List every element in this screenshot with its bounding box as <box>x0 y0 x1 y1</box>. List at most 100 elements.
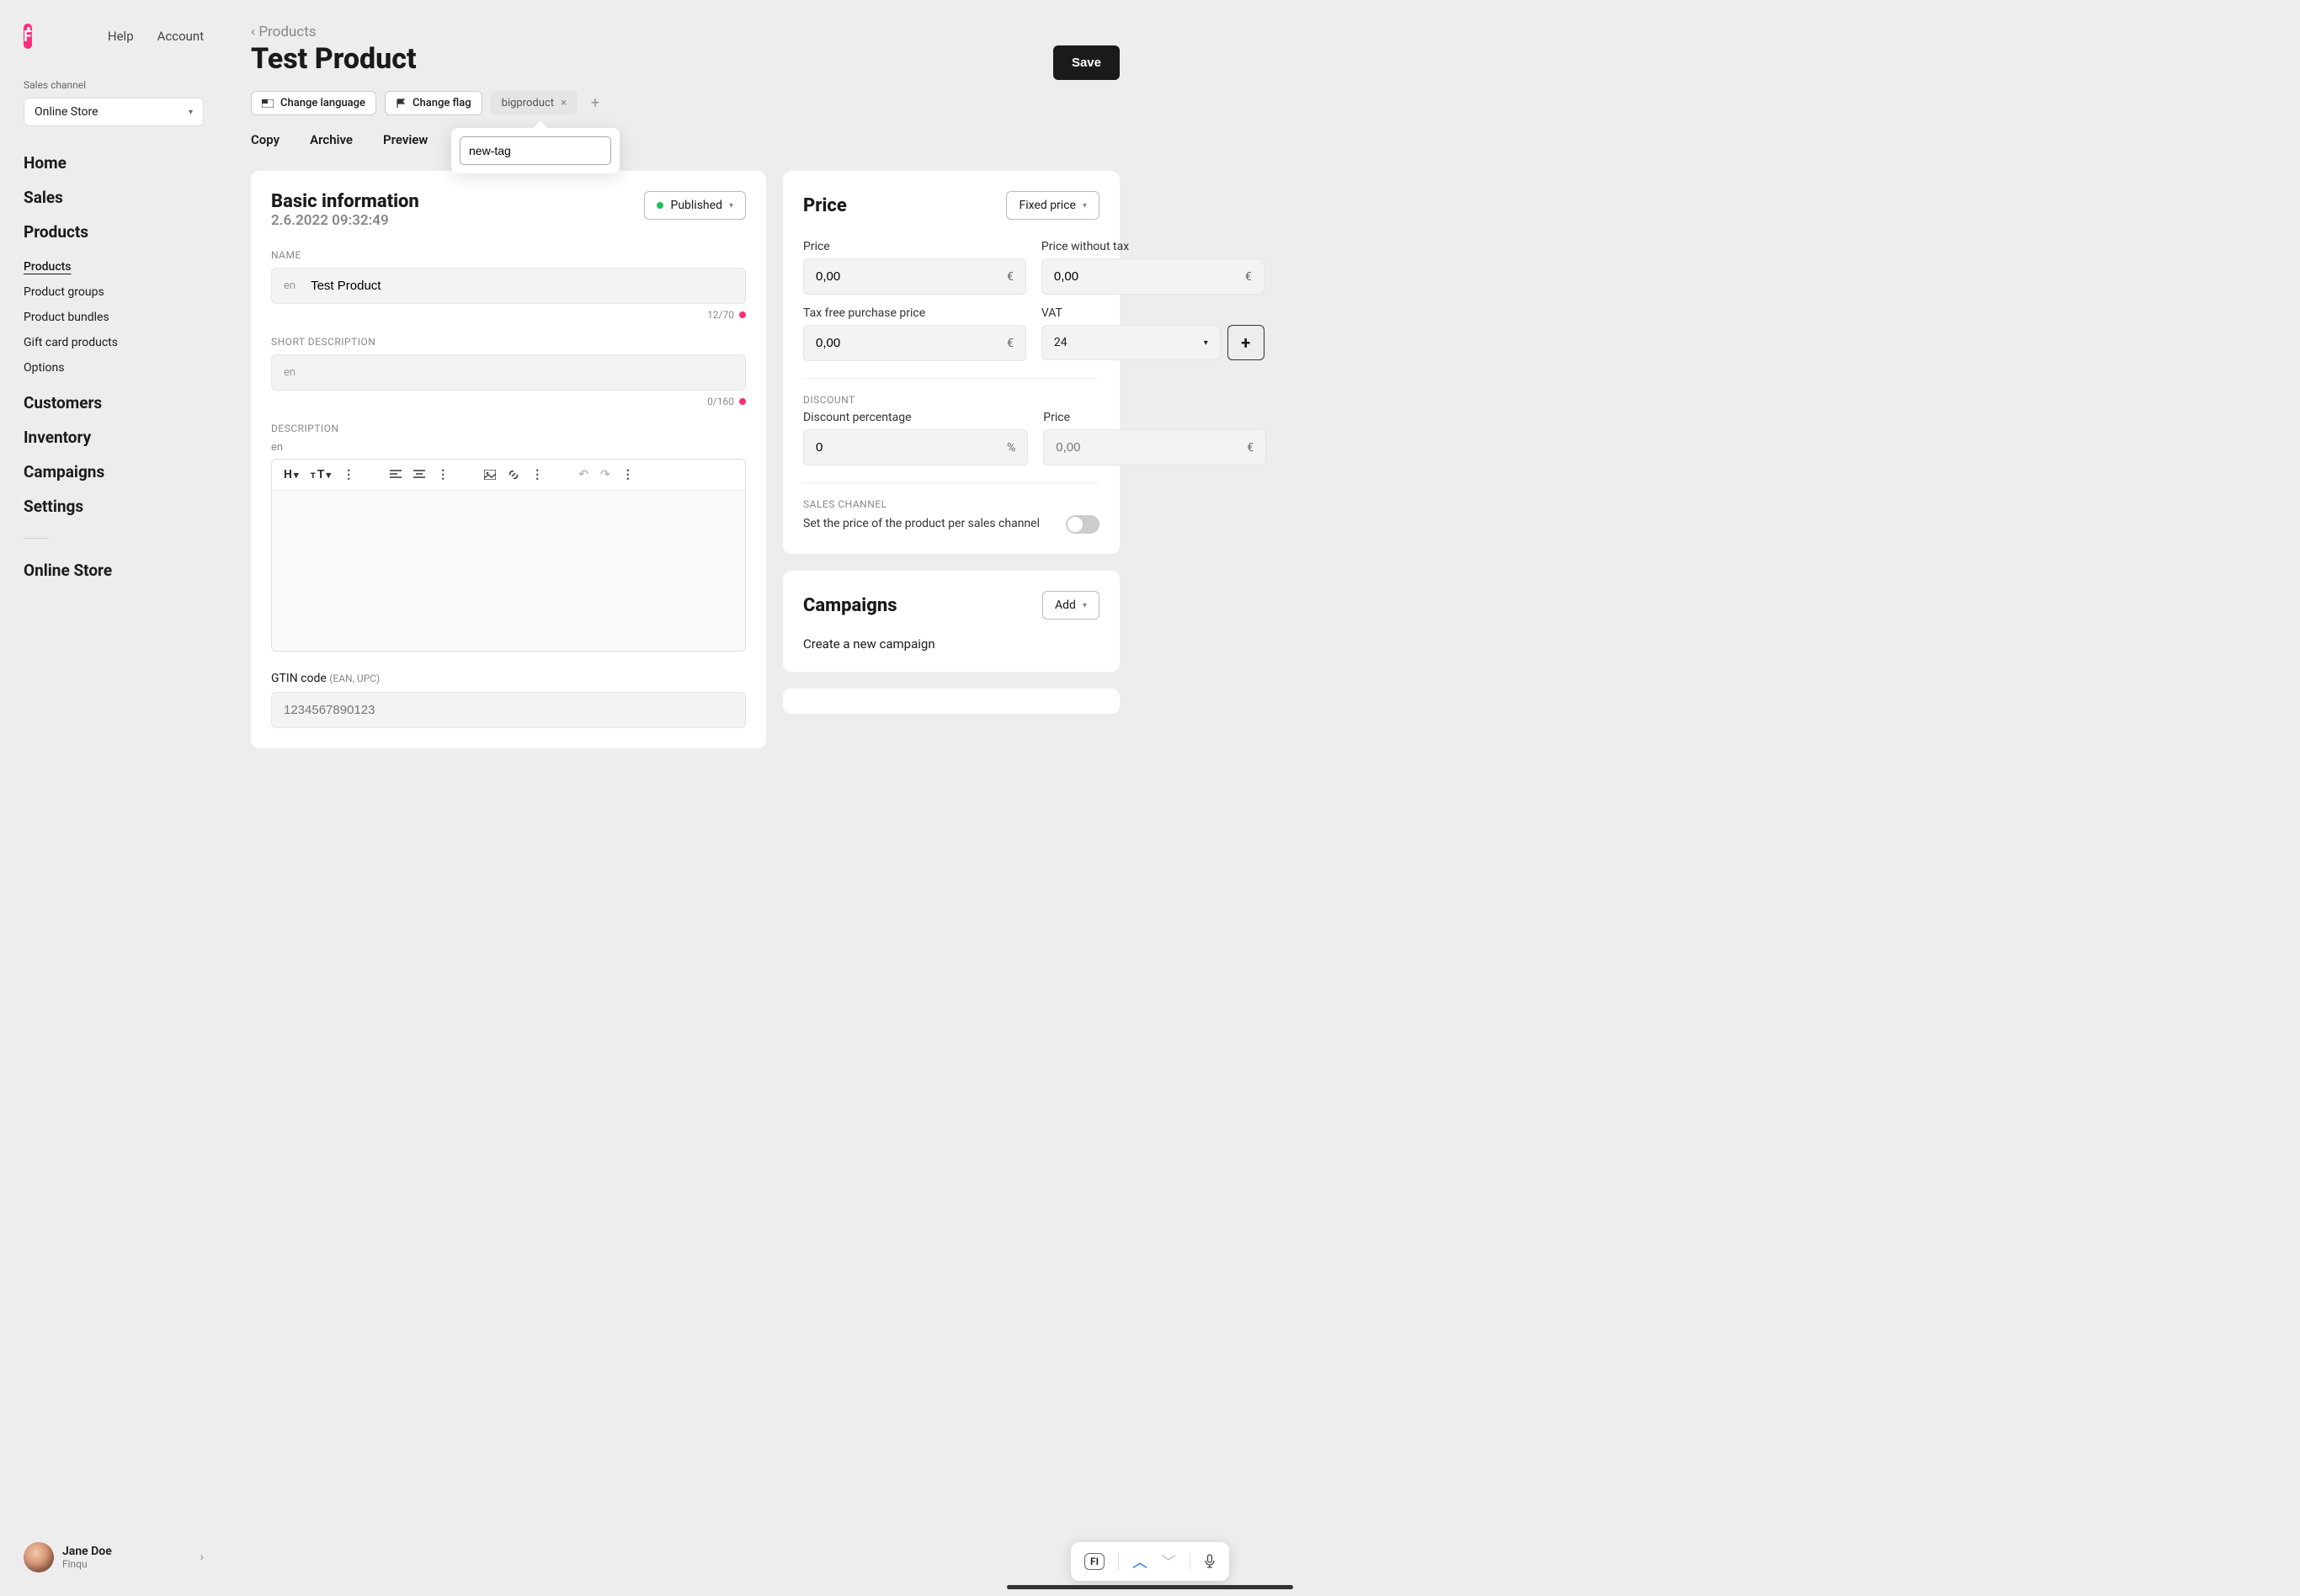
nav-online-store[interactable]: Online Store <box>24 561 204 580</box>
more-insert-icon[interactable]: ⋮ <box>531 468 543 481</box>
discount-price-input-wrap[interactable]: € <box>1043 429 1266 466</box>
nav-sales[interactable]: Sales <box>24 188 204 207</box>
sales-channel-label: Sales channel <box>24 79 204 91</box>
tax-free-input[interactable] <box>804 326 995 360</box>
vat-value: 24 <box>1054 336 1067 349</box>
logo[interactable]: F <box>24 24 32 49</box>
rich-text-editor: H ▾ тT ▾ ⋮ ⋮ ⋮ ↶ <box>271 459 746 652</box>
tax-free-input-wrap[interactable]: € <box>803 325 1026 361</box>
sales-channel-select[interactable]: Online Store ▾ <box>24 98 204 126</box>
breadcrumb[interactable]: Products <box>251 24 417 40</box>
validation-dot-icon <box>739 311 746 318</box>
vat-select[interactable]: 24 ▾ <box>1041 325 1221 360</box>
name-label: NAME <box>271 249 746 261</box>
text-size-tool[interactable]: тT ▾ <box>311 468 332 481</box>
currency-label: € <box>1233 270 1264 284</box>
add-vat-button[interactable]: + <box>1227 325 1264 360</box>
page-title: Test Product <box>251 42 417 76</box>
gtin-input[interactable] <box>284 703 733 717</box>
sales-channel-text: Set the price of the product per sales c… <box>803 516 1040 533</box>
arrow-down-icon[interactable]: ﹀ <box>1161 1551 1176 1572</box>
microphone-icon[interactable] <box>1204 1554 1216 1569</box>
add-tag-button[interactable]: + <box>586 94 604 112</box>
name-input-wrap[interactable]: en <box>271 268 746 304</box>
validation-dot-icon <box>739 398 746 405</box>
price-input[interactable] <box>804 259 995 294</box>
editor-toolbar: H ▾ тT ▾ ⋮ ⋮ ⋮ ↶ <box>272 460 745 491</box>
create-campaign-link[interactable]: Create a new campaign <box>803 636 1099 652</box>
price-type-select[interactable]: Fixed price ▾ <box>1006 191 1099 220</box>
chevron-down-icon: ▾ <box>1083 201 1087 210</box>
user-block[interactable]: Jane Doe Finqu › <box>24 1525 204 1572</box>
account-link[interactable]: Account <box>157 29 205 44</box>
nav-customers[interactable]: Customers <box>24 393 204 412</box>
heading-tool[interactable]: H ▾ <box>284 468 299 481</box>
discount-price-label: Price <box>1043 411 1266 424</box>
chevron-down-icon: ▾ <box>1083 601 1087 610</box>
change-language-button[interactable]: Change language <box>251 91 376 115</box>
nav-campaigns[interactable]: Campaigns <box>24 462 204 481</box>
align-left-icon[interactable] <box>390 470 402 480</box>
main-content: Products Test Product Save Change langua… <box>227 0 1153 1596</box>
nav-sub-options[interactable]: Options <box>24 361 204 375</box>
add-campaign-button[interactable]: Add ▾ <box>1042 591 1099 620</box>
sales-channel-section-label: SALES CHANNEL <box>803 498 1099 510</box>
campaigns-title: Campaigns <box>803 595 897 616</box>
editor-body[interactable] <box>272 491 745 651</box>
language-widget[interactable]: FI ︿ ﹀ <box>1071 1542 1229 1581</box>
short-desc-input[interactable] <box>311 365 733 380</box>
nav-sub-product-groups[interactable]: Product groups <box>24 285 204 299</box>
discount-pct-input[interactable] <box>804 430 995 465</box>
language-icon <box>262 99 274 108</box>
nav-sub-products[interactable]: Products <box>24 260 204 274</box>
user-name: Jane Doe <box>62 1545 192 1558</box>
short-desc-input-wrap[interactable]: en <box>271 354 746 391</box>
price-input-wrap[interactable]: € <box>803 258 1026 295</box>
more-align-icon[interactable]: ⋮ <box>437 468 449 481</box>
basic-info-card: Basic information 2.6.2022 09:32:49 Publ… <box>251 171 766 748</box>
archive-action[interactable]: Archive <box>310 132 353 147</box>
language-code[interactable]: FI <box>1084 1553 1105 1570</box>
nav-home[interactable]: Home <box>24 153 204 173</box>
discount-section-label: DISCOUNT <box>803 394 1099 406</box>
copy-action[interactable]: Copy <box>251 132 280 147</box>
change-flag-button[interactable]: Change flag <box>385 91 482 115</box>
save-button[interactable]: Save <box>1053 45 1120 80</box>
sales-channel-toggle[interactable] <box>1066 515 1099 534</box>
discount-price-input[interactable] <box>1044 430 1235 465</box>
price-without-tax-input-wrap[interactable]: € <box>1041 258 1264 295</box>
preview-action[interactable]: Preview <box>383 132 428 147</box>
price-without-tax-input[interactable] <box>1042 259 1233 294</box>
tax-free-label: Tax free purchase price <box>803 306 1026 320</box>
chevron-down-icon: ▾ <box>1204 338 1208 348</box>
name-input[interactable] <box>311 279 733 293</box>
link-icon[interactable] <box>508 469 519 481</box>
nav-products[interactable]: Products <box>24 222 204 242</box>
help-link[interactable]: Help <box>108 29 134 44</box>
status-select[interactable]: Published ▾ <box>644 191 746 220</box>
nav-sub-product-bundles[interactable]: Product bundles <box>24 311 204 324</box>
image-icon[interactable] <box>484 470 496 480</box>
nav-sub-gift-card[interactable]: Gift card products <box>24 336 204 349</box>
align-center-icon[interactable] <box>413 470 425 480</box>
new-tag-input[interactable] <box>460 136 611 165</box>
undo-icon[interactable]: ↶ <box>578 468 588 481</box>
more-tools-icon[interactable]: ⋮ <box>622 468 634 481</box>
nav-inventory[interactable]: Inventory <box>24 428 204 447</box>
tag-label: bigproduct <box>502 97 554 109</box>
redo-icon[interactable]: ↷ <box>600 468 610 481</box>
discount-pct-input-wrap[interactable]: % <box>803 429 1028 466</box>
user-meta: Jane Doe Finqu <box>62 1545 192 1570</box>
gtin-input-wrap[interactable] <box>271 692 746 728</box>
short-desc-count: 0/160 <box>707 396 734 407</box>
change-flag-label: Change flag <box>413 97 471 109</box>
more-format-icon[interactable]: ⋮ <box>343 468 354 481</box>
nav-divider <box>24 538 49 539</box>
nav-settings[interactable]: Settings <box>24 497 204 516</box>
remove-tag-icon[interactable]: × <box>561 97 567 109</box>
tag-chip[interactable]: bigproduct × <box>491 91 578 115</box>
currency-label: € <box>1235 441 1265 455</box>
content-columns: Basic information 2.6.2022 09:32:49 Publ… <box>251 171 1120 748</box>
arrow-up-icon[interactable]: ︿ <box>1132 1551 1147 1572</box>
chevron-down-icon: ▾ <box>729 201 733 210</box>
